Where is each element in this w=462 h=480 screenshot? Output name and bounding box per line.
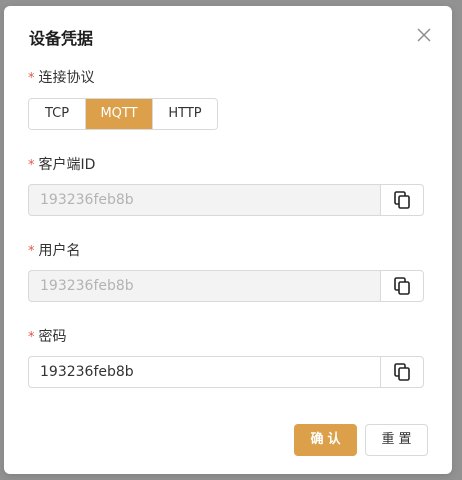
protocol-option-tcp[interactable]: TCP [29,99,85,129]
username-label: 用户名 [38,243,81,259]
protocol-option-mqtt[interactable]: MQTT [85,99,152,129]
copy-username-button[interactable] [380,270,424,302]
confirm-button[interactable]: 确认 [294,424,357,456]
protocol-option-http[interactable]: HTTP [152,99,217,129]
required-mark: * [28,71,35,86]
required-mark: * [28,158,35,173]
dialog-title: 设备凭据 [29,29,94,48]
close-icon [417,28,431,42]
reset-button[interactable]: 重置 [365,424,428,456]
protocol-label: 连接协议 [38,70,95,86]
copy-icon [394,191,410,209]
copy-client-id-button[interactable] [380,184,424,216]
required-mark: * [28,330,35,345]
client-id-label: 客户端ID [38,157,96,173]
username-label-row: * 用户名 [28,242,81,261]
close-button[interactable] [414,25,434,45]
username-field [28,270,424,302]
client-id-label-row: * 客户端ID [28,156,95,175]
copy-password-button[interactable] [380,356,424,388]
device-credentials-dialog: 设备凭据 *连接协议 TCP MQTT HTTP *客户端ID *用户名 [4,6,452,474]
copy-icon [394,363,410,381]
password-field [28,356,424,388]
client-id-input[interactable] [28,184,380,216]
required-mark: * [28,244,35,259]
client-id-field [28,184,424,216]
username-input[interactable] [28,270,380,302]
copy-icon [394,277,410,295]
protocol-label-row: * 连接协议 [28,69,95,88]
password-label-row: * 密码 [28,328,67,347]
password-label: 密码 [38,329,67,345]
password-input[interactable] [28,356,380,388]
protocol-selector: TCP MQTT HTTP [28,98,218,130]
